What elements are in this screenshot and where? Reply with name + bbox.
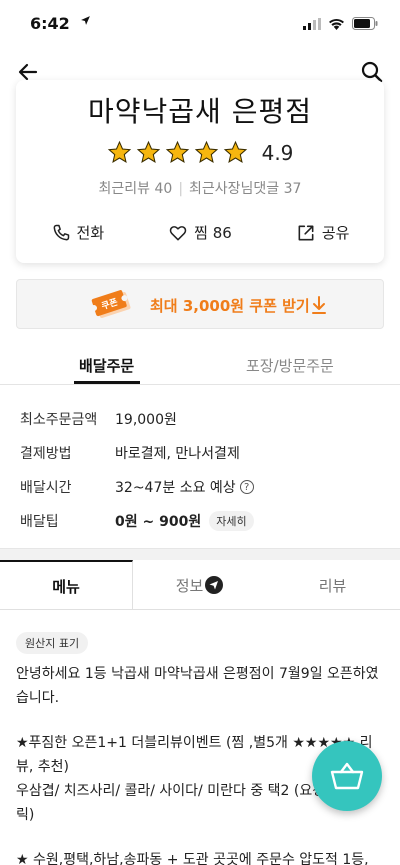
separator: | [178,181,184,197]
info-row-min-order: 최소주문금액 19,000원 [20,402,380,436]
review-counts[interactable]: 최근리뷰 40 | 최근사장님댓글 37 [16,178,384,198]
order-type-tabs: 배달주문 포장/방문주문 [0,345,400,385]
owner-replies[interactable]: 최근사장님댓글 37 [189,181,301,197]
favorite-button[interactable]: 찜 86 [139,222,262,243]
info-row-delivery-tip: 배달팁 0원 ~ 900원 자세히 [20,504,380,538]
delivery-tip-label: 배달팁 [20,514,59,530]
section-divider [0,548,400,560]
send-icon [205,576,224,594]
download-arrow-icon [312,296,326,314]
store-card: 마약낙곱새 은평점 4.9 최근리뷰 40 | 최근사장님댓글 37 전화 찜 86… [16,80,384,263]
recent-reviews[interactable]: 최근리뷰 40 [99,181,173,197]
origin-label-button[interactable]: 원산지 표기 [16,632,89,654]
tab-delivery-order[interactable]: 배달주문 [79,355,134,376]
info-row-payment: 결제방법 바로결제, 만나서결제 [20,436,380,470]
rating-value: 4.9 [261,140,294,165]
share-button[interactable]: 공유 [261,222,384,243]
action-row: 전화 찜 86 공유 [16,222,384,243]
notice-paragraph: ★ 수원,평택,하남,송파동 + 도관 곳곳에 주문수 압도적 1등, [16,852,369,865]
delivery-tip-wrap: 0원 ~ 900원 자세히 [115,511,254,531]
tab-review-label: 리뷰 [318,576,347,595]
coupon-button[interactable]: 쿠폰 최대 3,000원 쿠폰 받기 [16,279,384,329]
delivery-tip-value: 0원 ~ 900원 [115,514,202,530]
call-button[interactable]: 전화 [16,222,139,243]
help-icon[interactable]: ? [239,480,254,494]
tab-review[interactable]: 리뷰 [266,560,399,610]
tip-detail-button[interactable]: 자세히 [209,511,254,531]
wifi-icon [329,18,344,30]
status-bar: 6:42 [0,0,400,50]
delivery-time-value: 32~47분 소요 예상 [115,480,236,496]
star-icon [136,140,160,163]
call-label: 전화 [76,224,105,242]
tab-pickup-order[interactable]: 포장/방문주문 [246,355,334,376]
tab-info[interactable]: 정보 [133,560,266,610]
share-label: 공유 [321,224,350,242]
rating-row: 4.9 [16,140,384,165]
main-tabs: 메뉴 정보 리뷰 [0,560,400,610]
store-name: 마약낙곱새 은평점 [88,95,312,128]
coupon-label: 최대 3,000원 쿠폰 받기 [150,297,310,315]
tab-menu[interactable]: 메뉴 [0,560,133,610]
star-icon [165,140,189,163]
delivery-time-label: 배달시간 [20,480,72,496]
min-order-label: 최소주문금액 [20,412,98,428]
min-order-value: 19,000원 [115,412,177,428]
phone-icon [53,224,69,240]
cart-button[interactable] [312,741,382,811]
star-icon [223,140,247,163]
star-icon [194,140,218,163]
favorite-label: 찜 86 [194,224,232,242]
share-icon [298,225,314,240]
delivery-time-wrap: 32~47분 소요 예상 ? [115,477,254,497]
basket-icon [330,762,364,790]
status-icons [303,17,378,30]
payment-value: 바로결제, 만나서결제 [115,446,240,462]
active-tab-indicator [74,381,140,384]
battery-icon [352,17,378,30]
order-info: 최소주문금액 19,000원 결제방법 바로결제, 만나서결제 배달시간 32~… [20,402,380,538]
notice-paragraph: 안녕하세요 1등 낙곱새 마약낙곱새 은평점이 7월9일 오픈하였습니다. [16,666,379,706]
heart-icon [169,225,187,240]
status-time: 6:42 [30,14,70,33]
tab-menu-label: 메뉴 [52,577,80,596]
payment-label: 결제방법 [20,446,72,462]
info-row-delivery-time: 배달시간 32~47분 소요 예상 ? [20,470,380,504]
cellular-signal-icon [303,17,321,30]
coupon-icon: 쿠폰 [91,290,131,318]
tab-info-label: 정보 [175,576,204,595]
star-icon [107,140,131,163]
location-arrow-icon [81,16,90,25]
